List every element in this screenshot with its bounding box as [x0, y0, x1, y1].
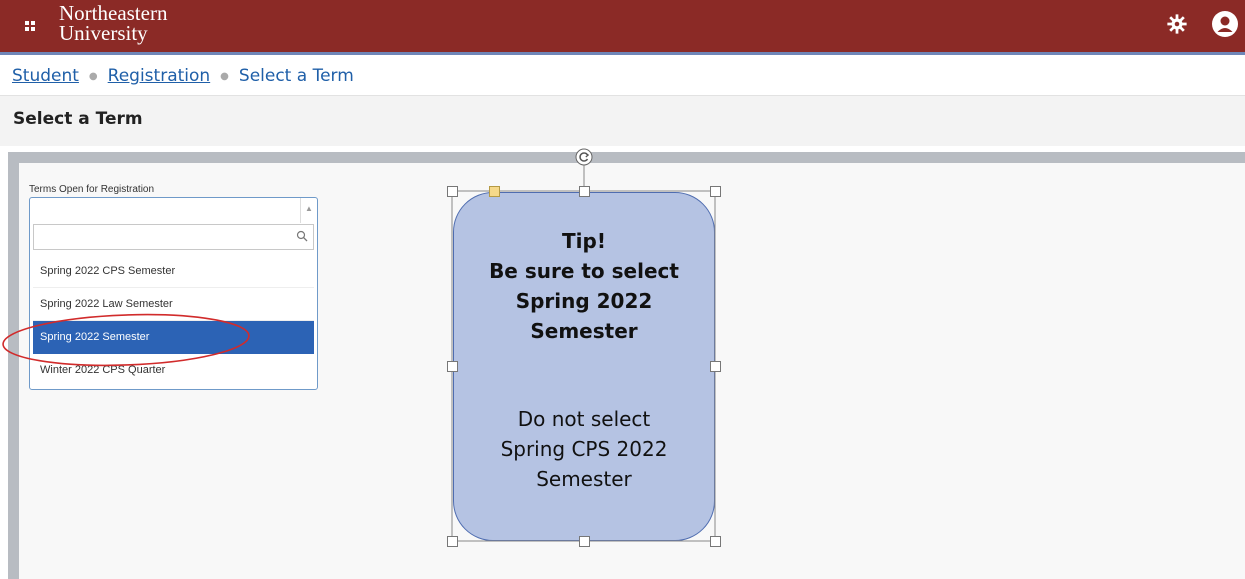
tip-line: Spring 2022: [515, 289, 653, 313]
resize-handle[interactable]: [710, 536, 721, 547]
tip-emphasis-text: Tip! Be sure to select Spring 2022 Semes…: [454, 226, 714, 346]
breadcrumb: Student ● Registration ● Select a Term: [12, 66, 354, 86]
logo-line-1: Northeastern: [59, 1, 168, 25]
tip-callout[interactable]: Tip! Be sure to select Spring 2022 Semes…: [453, 192, 715, 541]
resize-handle[interactable]: [447, 361, 458, 372]
apps-grid-icon[interactable]: [25, 21, 35, 31]
tip-line: Semester: [530, 319, 638, 343]
gear-icon[interactable]: [1166, 13, 1188, 35]
scroll-up-icon[interactable]: ▲: [300, 198, 317, 223]
title-bar: Select a Term: [0, 96, 1245, 146]
tip-line: Do not select: [517, 407, 651, 431]
tip-warning-text: Do not select Spring CPS 2022 Semester: [454, 404, 714, 494]
term-option[interactable]: Spring 2022 CPS Semester: [33, 255, 314, 288]
tip-line: Tip!: [562, 229, 606, 253]
search-icon: [296, 230, 308, 242]
tip-line: Spring CPS 2022: [500, 437, 668, 461]
adjust-handle[interactable]: [489, 186, 500, 197]
user-avatar-icon[interactable]: [1211, 10, 1239, 38]
resize-handle[interactable]: [447, 536, 458, 547]
breadcrumb-student-link[interactable]: Student: [12, 66, 79, 86]
rotate-handle-icon[interactable]: [575, 148, 593, 166]
resize-handle[interactable]: [447, 186, 458, 197]
term-search-input[interactable]: [33, 224, 314, 250]
resize-handle[interactable]: [579, 186, 590, 197]
resize-handle[interactable]: [579, 536, 590, 547]
resize-handle[interactable]: [710, 186, 721, 197]
page-title: Select a Term: [13, 109, 143, 129]
tip-line: Be sure to select: [489, 259, 679, 283]
resize-handle[interactable]: [710, 361, 721, 372]
terms-label: Terms Open for Registration: [29, 184, 155, 195]
breadcrumb-separator: ●: [220, 70, 229, 82]
breadcrumb-registration-link[interactable]: Registration: [108, 66, 211, 86]
tip-line: Semester: [536, 467, 632, 491]
breadcrumb-current: Select a Term: [238, 66, 354, 86]
breadcrumb-separator: ●: [88, 70, 98, 82]
logo-line-2: University: [59, 21, 148, 45]
highlight-ellipse: [2, 313, 250, 367]
university-logo[interactable]: Northeastern University: [59, 1, 168, 45]
top-header: Northeastern University: [0, 0, 1245, 55]
